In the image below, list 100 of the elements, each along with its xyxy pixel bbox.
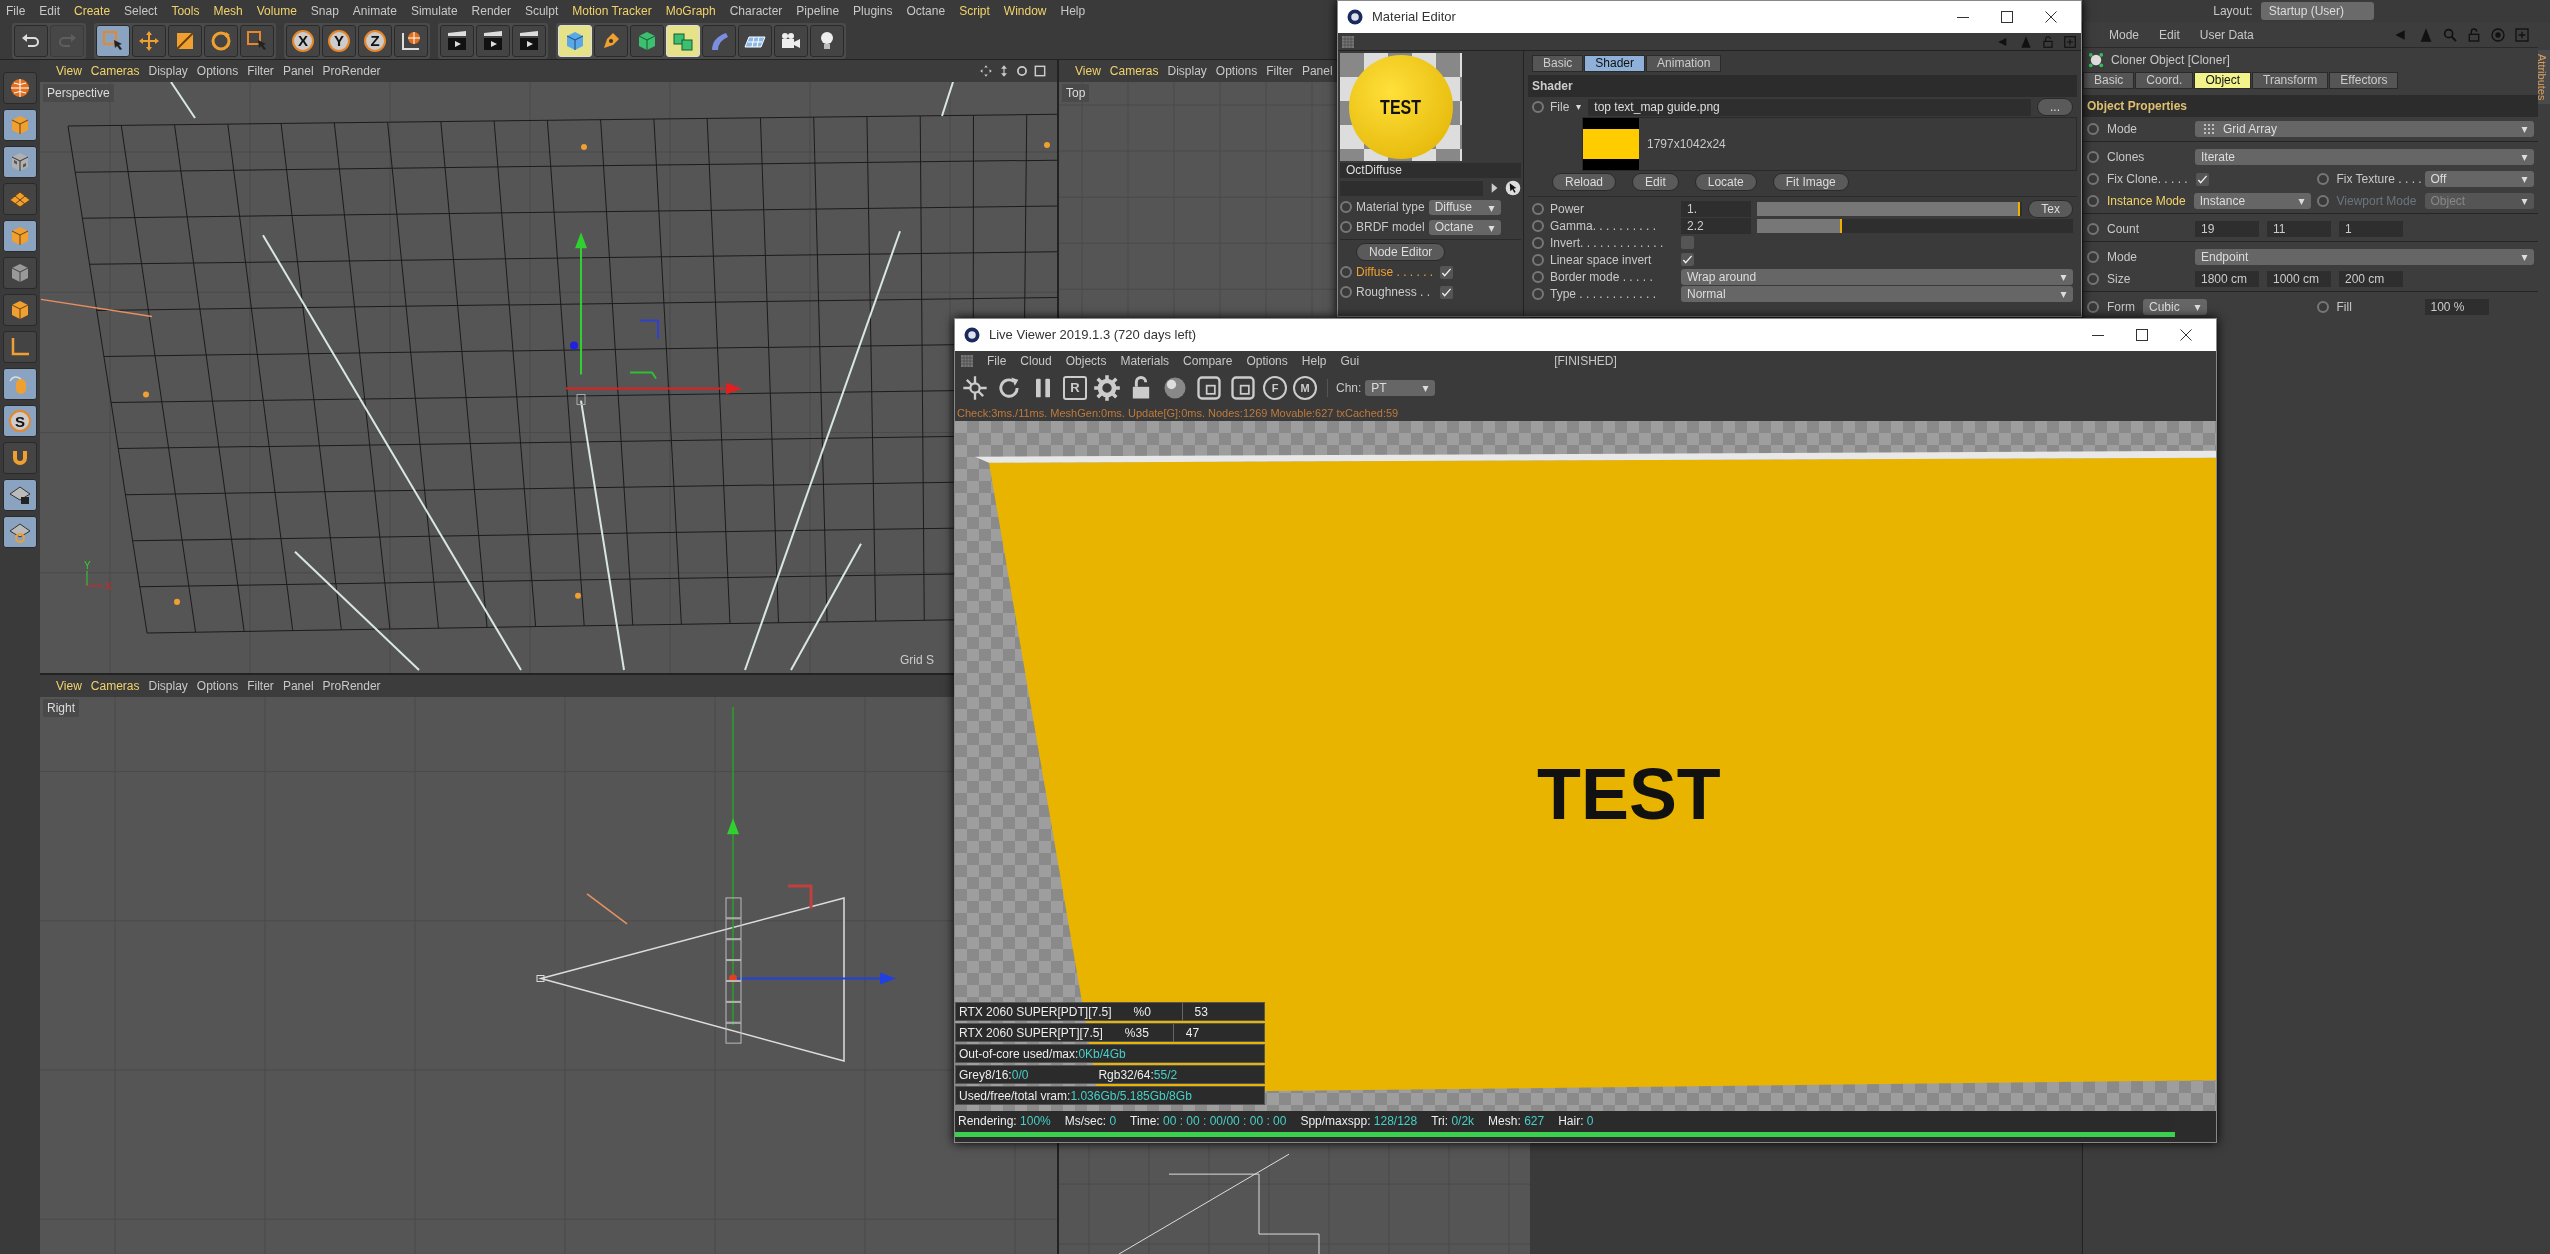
view-menu-item[interactable]: Filter (1266, 62, 1293, 80)
menu-item[interactable]: User Data (2199, 25, 2254, 44)
menu-item[interactable]: Edit (39, 2, 61, 20)
menu-item[interactable]: Pipeline (796, 2, 840, 20)
menu-item[interactable]: Mesh (213, 2, 243, 20)
keyframe-icon[interactable] (2316, 195, 2329, 207)
view-menu-item[interactable]: Cameras (90, 62, 140, 80)
rotate-icon[interactable] (1015, 64, 1029, 78)
grid-button[interactable] (3, 183, 37, 215)
view-menu-item[interactable]: Filter (247, 62, 274, 80)
view-menu-item[interactable]: View (56, 62, 82, 80)
menu-item[interactable]: Options (1246, 352, 1288, 370)
axis-lock-button[interactable]: Z (358, 24, 392, 57)
keyframe-icon[interactable] (2316, 300, 2329, 313)
menu-item[interactable]: Render (471, 2, 511, 20)
number-field[interactable]: 1 (2339, 220, 2403, 237)
tab[interactable]: Transform (2252, 72, 2329, 89)
keyframe-icon[interactable] (1340, 286, 1352, 298)
menu-item[interactable]: File (6, 2, 26, 20)
side-tab[interactable]: Attributes (2538, 50, 2550, 105)
texture-button[interactable]: Tex (2028, 199, 2073, 218)
material-name-field[interactable]: OctDiffuse (1340, 163, 1521, 178)
camera-button[interactable] (774, 24, 808, 57)
menu-item[interactable]: Help (1060, 2, 1086, 20)
image-action-button[interactable]: Fit Image (1772, 173, 1849, 191)
tab[interactable]: Animation (1646, 55, 1722, 72)
clapperboard-button[interactable] (476, 24, 510, 57)
pen-button[interactable] (594, 24, 628, 57)
keyframe-icon[interactable] (1340, 221, 1352, 233)
view-menu-item[interactable]: Panel (282, 62, 314, 80)
keyframe-icon[interactable] (1532, 101, 1544, 113)
grip-icon[interactable] (961, 355, 973, 367)
keyframe-icon[interactable] (2087, 123, 2099, 135)
view-menu-item[interactable]: Options (196, 62, 239, 80)
view-menu-item[interactable]: Display (1167, 62, 1207, 80)
keyframe-icon[interactable] (2087, 173, 2099, 185)
keyframe-icon[interactable] (2087, 195, 2099, 207)
menu-item[interactable]: Create (74, 2, 111, 20)
selection-button[interactable] (240, 24, 274, 57)
image-action-button[interactable]: Edit (1632, 173, 1679, 191)
dropdown[interactable]: Wrap around (1681, 268, 2073, 285)
view-menu-item[interactable]: Options (1215, 62, 1258, 80)
caret-icon[interactable] (1575, 104, 1583, 110)
axis-lock-button[interactable]: X (286, 24, 320, 57)
menu-item[interactable]: Materials (1120, 352, 1170, 370)
checker-cube-button[interactable] (3, 146, 37, 178)
menu-item[interactable]: Snap (310, 2, 339, 20)
number-field[interactable]: 19 (2195, 220, 2259, 237)
keyframe-icon[interactable] (2087, 150, 2099, 163)
menu-item[interactable]: Window (1003, 2, 1047, 20)
keyframe-icon[interactable] (1532, 202, 1544, 215)
region-icon[interactable] (1229, 374, 1257, 402)
dropdown[interactable]: Diffuse (1428, 199, 1501, 215)
view-menu-item[interactable]: ProRender (322, 62, 381, 80)
number-field[interactable]: 2.2 (1681, 217, 1751, 234)
menu-item[interactable]: Gui (1340, 352, 1360, 370)
pick-cursor-icon[interactable] (1505, 180, 1521, 196)
bend-button[interactable] (702, 24, 736, 57)
menu-item[interactable]: Select (124, 2, 158, 20)
channel-item[interactable]: Roughness . . (1356, 283, 1436, 301)
globe-button[interactable] (3, 72, 37, 104)
menu-item[interactable]: File (987, 352, 1007, 370)
snap-button[interactable]: S (3, 405, 37, 437)
menu-item[interactable]: Objects (1065, 352, 1107, 370)
channel-item[interactable]: Diffuse . . . . . . (1356, 263, 1436, 281)
pin-button[interactable]: M (1293, 376, 1317, 400)
cube-button[interactable] (3, 257, 37, 289)
maximize-icon[interactable] (1033, 64, 1047, 78)
cube-button[interactable] (3, 220, 37, 252)
keyframe-icon[interactable] (2087, 300, 2099, 313)
keyframe-icon[interactable] (2087, 222, 2099, 235)
tab[interactable]: Basic (2083, 72, 2135, 89)
rotate-button[interactable] (204, 24, 238, 57)
menu-item[interactable]: Mode (2109, 25, 2140, 44)
dropdown[interactable]: Cubic (2143, 298, 2207, 315)
dropdown[interactable]: Normal (1681, 285, 2073, 302)
menu-item[interactable]: Tools (171, 2, 200, 20)
tab[interactable]: Shader (1584, 55, 1646, 72)
layout-dropdown[interactable]: Startup (User) (2260, 2, 2374, 20)
channel-dropdown[interactable]: PT (1365, 380, 1436, 396)
pan-icon[interactable] (979, 64, 993, 78)
grip-icon[interactable] (1342, 35, 1354, 48)
axis-button[interactable] (3, 331, 37, 363)
menu-item[interactable]: Sculpt (524, 2, 559, 20)
number-field[interactable]: 1800 cm (2195, 271, 2259, 287)
keyframe-icon[interactable] (1532, 270, 1544, 283)
view-menu-item[interactable]: ProRender (322, 677, 381, 695)
keyframe-icon[interactable] (1340, 201, 1352, 213)
scale-button[interactable] (168, 24, 202, 57)
keyframe-icon[interactable] (1532, 253, 1544, 266)
view-menu-item[interactable]: View (56, 677, 82, 695)
number-field[interactable]: 100 % (2424, 298, 2489, 315)
region-icon[interactable] (1195, 374, 1223, 402)
aperture-icon[interactable] (961, 374, 989, 402)
number-field[interactable]: 200 cm (2339, 271, 2403, 287)
cube-button[interactable] (3, 294, 37, 326)
menu-item[interactable]: Character (729, 2, 783, 20)
image-action-button[interactable]: Reload (1552, 173, 1617, 191)
tab[interactable]: Effectors (2329, 72, 2399, 89)
browse-button[interactable]: ... (2037, 98, 2073, 116)
